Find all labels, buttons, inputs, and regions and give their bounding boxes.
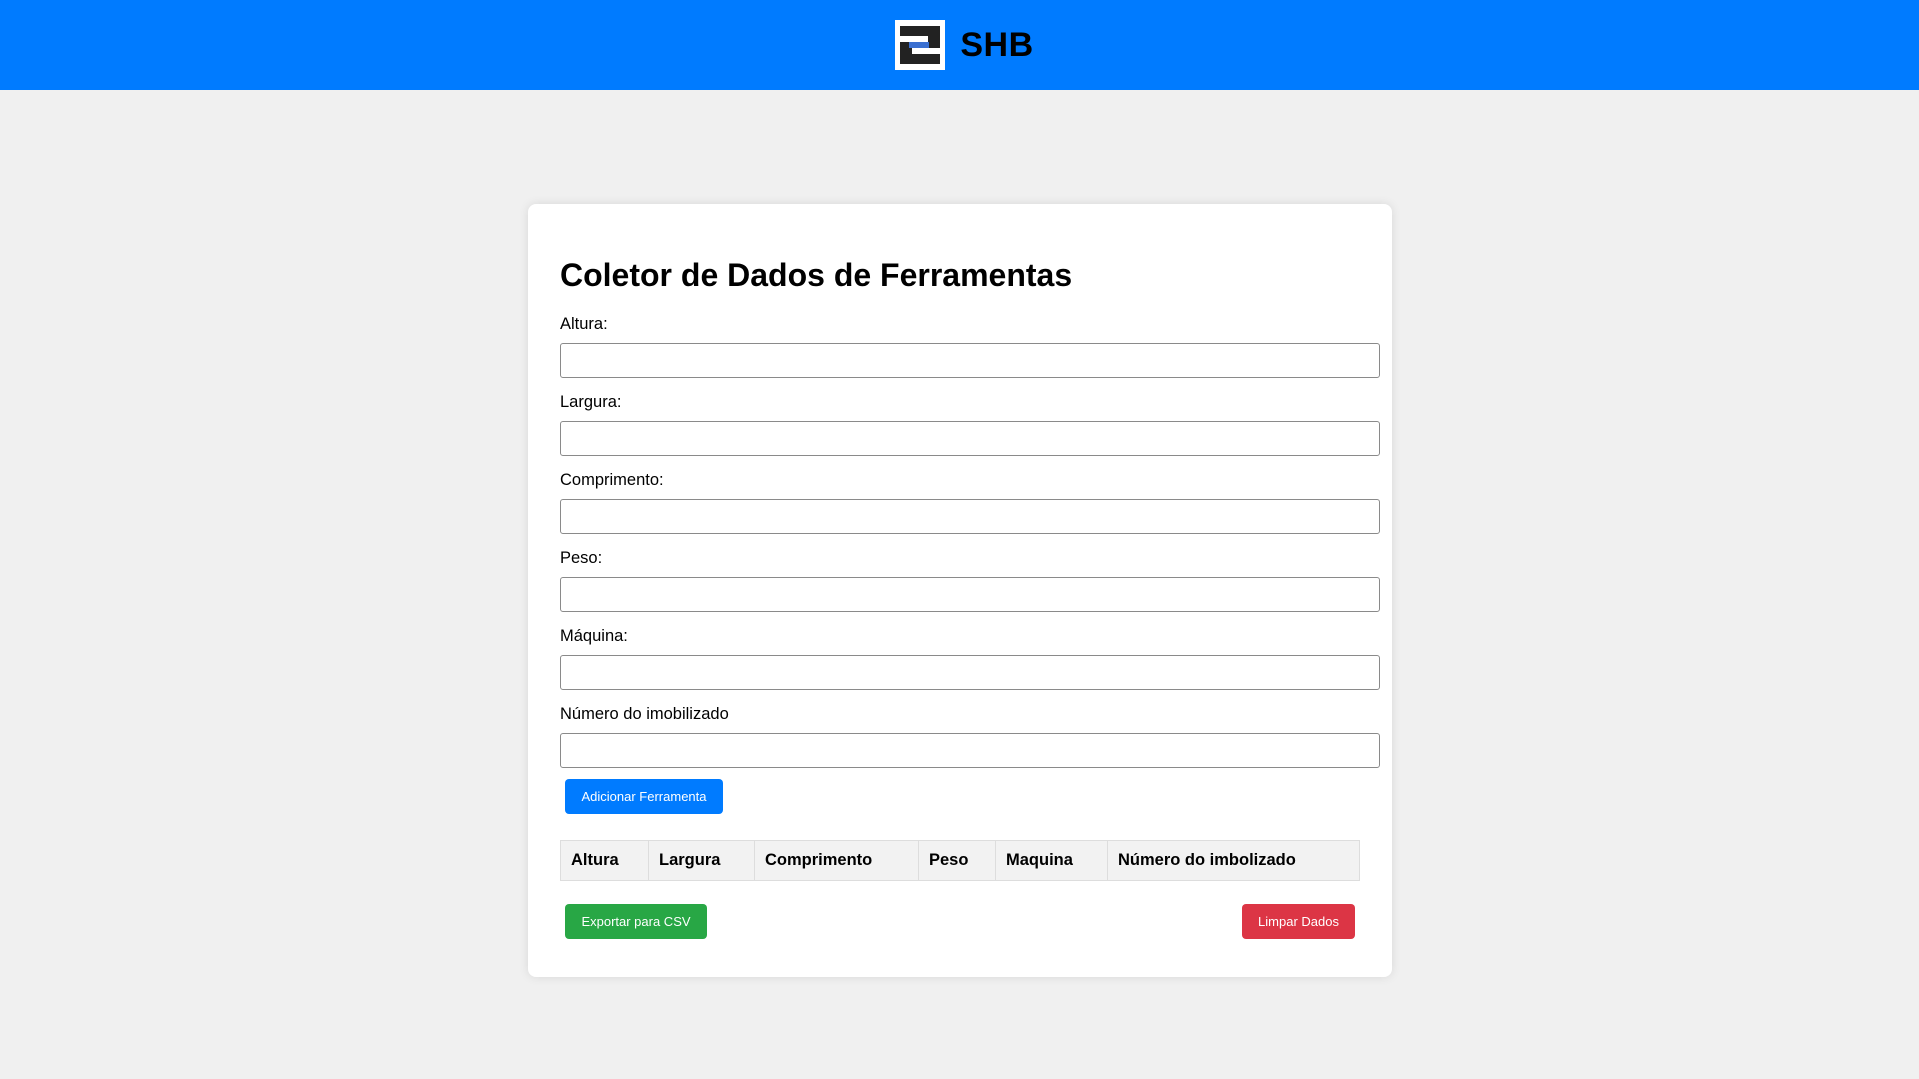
peso-label: Peso: [560,549,603,567]
clear-data-button[interactable]: Limpar Dados [1242,904,1355,939]
add-tool-button[interactable]: Adicionar Ferramenta [565,779,723,814]
peso-input[interactable] [560,577,1380,612]
column-header-maquina: Maquina [995,840,1108,881]
imobilizado-input[interactable] [560,733,1380,768]
brand-name: SHB [960,25,1034,64]
page-title: Coletor de Dados de Ferramentas [560,257,1073,293]
imobilizado-field-group: Número do imobilizado [560,705,1380,768]
shb-logo-icon [895,20,946,70]
maquina-input[interactable] [560,655,1380,690]
table-header-row: Altura Largura Comprimento Peso Maquina … [560,840,1360,881]
maquina-label: Máquina: [560,627,628,645]
export-csv-button[interactable]: Exportar para CSV [565,904,707,939]
column-header-altura: Altura [560,840,649,881]
column-header-peso: Peso [918,840,996,881]
altura-field-group: Altura: [560,315,1380,378]
maquina-field-group: Máquina: [560,627,1380,690]
comprimento-input[interactable] [560,499,1380,534]
column-header-comprimento: Comprimento [754,840,919,881]
tools-table: Altura Largura Comprimento Peso Maquina … [560,840,1360,881]
altura-label: Altura: [560,315,608,333]
brand: SHB [895,20,1033,70]
altura-input[interactable] [560,343,1380,378]
largura-label: Largura: [560,393,622,411]
column-header-largura: Largura [648,840,755,881]
tool-form-card: Coletor de Dados de Ferramentas Altura: … [528,204,1392,977]
imobilizado-label: Número do imobilizado [560,705,729,723]
comprimento-label: Comprimento: [560,471,664,489]
largura-input[interactable] [560,421,1380,456]
largura-field-group: Largura: [560,393,1380,456]
peso-field-group: Peso: [560,549,1380,612]
comprimento-field-group: Comprimento: [560,471,1380,534]
column-header-imobilizado: Número do imbolizado [1107,840,1360,881]
top-header: SHB [0,0,1919,90]
